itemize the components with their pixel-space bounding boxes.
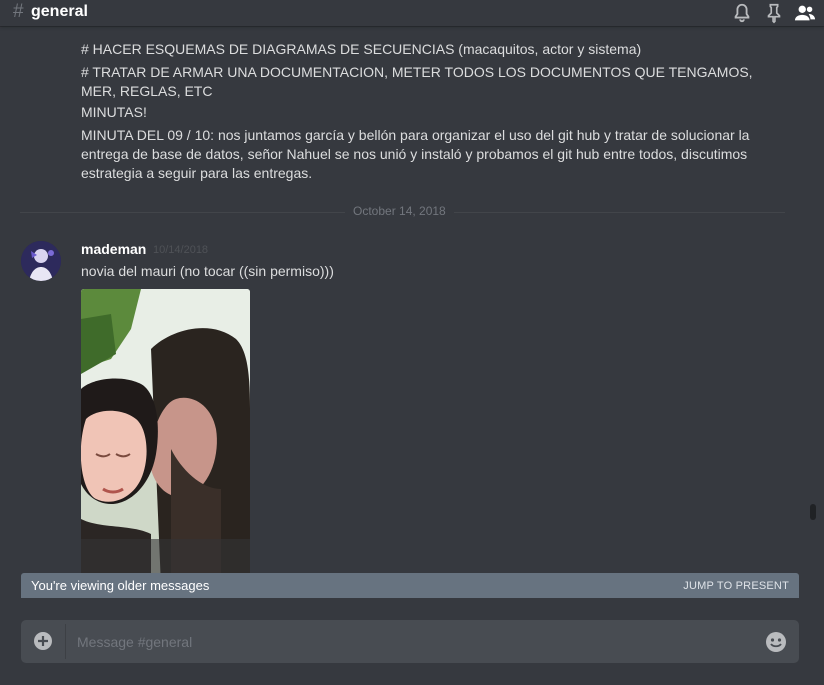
upload-plus-icon[interactable] xyxy=(33,631,53,651)
date-divider-label: October 14, 2018 xyxy=(345,204,454,218)
message-input[interactable] xyxy=(75,630,749,654)
message-timestamp: 10/14/2018 xyxy=(153,244,209,256)
message-line: MINUTAS! xyxy=(81,104,147,120)
scrollbar[interactable] xyxy=(809,26,817,606)
channel-title: general xyxy=(31,3,88,20)
older-messages-label: You're viewing older messages xyxy=(31,578,210,593)
bell-icon[interactable] xyxy=(731,2,753,24)
emoji-icon[interactable] xyxy=(765,631,787,653)
pin-icon[interactable] xyxy=(763,2,785,24)
jump-to-present-button[interactable]: JUMP TO PRESENT xyxy=(683,580,789,592)
message-content: novia del mauri (no tocar ((sin permiso)… xyxy=(81,263,334,279)
message-line: # HACER ESQUEMAS DE DIAGRAMAS DE SECUENC… xyxy=(81,41,642,57)
discord-app: # general # HACER ESQUEMAS DE DIAGRAMAS … xyxy=(0,0,824,685)
message-author[interactable]: mademan xyxy=(81,241,146,257)
older-messages-bar: You're viewing older messages JUMP TO PR… xyxy=(21,573,799,598)
image-attachment[interactable] xyxy=(81,289,250,586)
message-line: MINUTA DEL 09 / 10: nos juntamos garcía … xyxy=(81,127,754,181)
message-composer xyxy=(21,620,799,663)
members-icon[interactable] xyxy=(794,2,816,24)
composer-divider xyxy=(65,624,66,659)
message-line: # TRATAR DE ARMAR UNA DOCUMENTACION, MET… xyxy=(81,64,757,99)
hash-icon: # xyxy=(13,1,24,22)
avatar[interactable] xyxy=(21,241,61,281)
message-list[interactable]: # HACER ESQUEMAS DE DIAGRAMAS DE SECUENC… xyxy=(0,26,808,606)
channel-header: # general xyxy=(0,0,824,26)
scrollbar-thumb[interactable] xyxy=(810,504,816,520)
